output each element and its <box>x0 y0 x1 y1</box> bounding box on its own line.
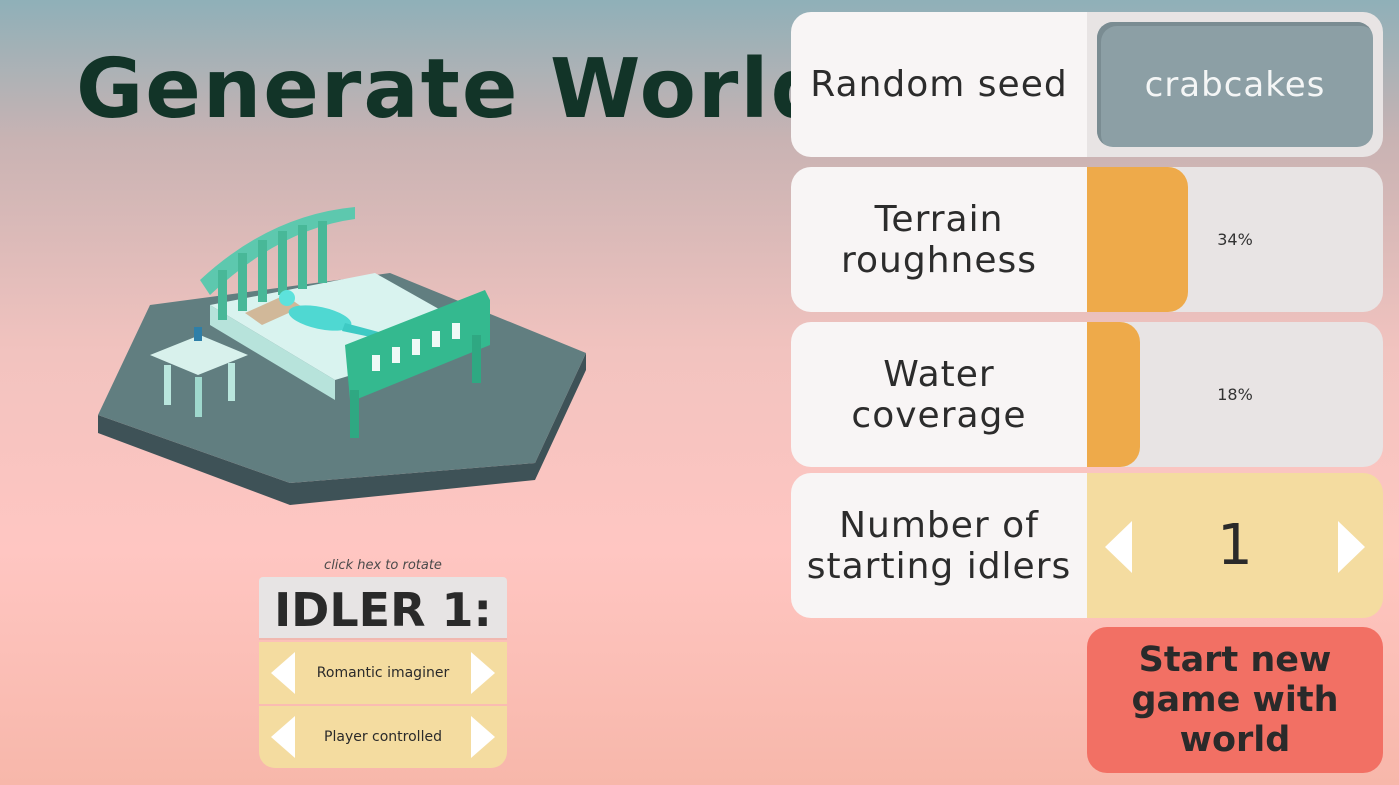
idlers-label: Number of starting idlers <box>791 473 1087 618</box>
headboard-slat <box>258 240 267 302</box>
bed-leg <box>472 335 481 383</box>
cup-icon <box>194 327 202 341</box>
table-leg <box>164 365 171 405</box>
headboard-slat <box>278 231 287 295</box>
control-label: Player controlled <box>324 729 442 745</box>
personality-selector: Romantic imaginer <box>259 642 507 704</box>
footboard-gap <box>372 355 380 371</box>
headboard-slat <box>298 225 307 289</box>
water-slider[interactable]: 18% <box>1087 322 1383 467</box>
table-leg <box>195 377 202 417</box>
seed-row: Random seed crabcakes <box>791 12 1383 157</box>
idlers-row: Number of starting idlers 1 <box>791 473 1383 618</box>
terrain-slider[interactable]: 34% <box>1087 167 1383 312</box>
idlers-stepper: 1 <box>1087 473 1383 618</box>
personality-next-arrow-icon[interactable] <box>471 652 495 694</box>
personality-prev-arrow-icon[interactable] <box>271 652 295 694</box>
water-value: 18% <box>1217 385 1253 404</box>
world-preview-hex[interactable] <box>90 195 600 515</box>
seed-label: Random seed <box>791 12 1087 157</box>
seed-input[interactable]: crabcakes <box>1097 22 1373 147</box>
personality-label: Romantic imaginer <box>316 665 450 681</box>
control-next-arrow-icon[interactable] <box>471 716 495 758</box>
control-prev-arrow-icon[interactable] <box>271 716 295 758</box>
idler-header: IDLER 1: <box>259 577 507 640</box>
bed-leg <box>350 390 359 438</box>
rotate-hint: click hex to rotate <box>324 558 442 573</box>
control-selector: Player controlled <box>259 706 507 768</box>
idlers-increase-arrow-icon[interactable] <box>1338 521 1365 573</box>
footboard-gap <box>412 339 420 355</box>
water-row: Water coverage 18% <box>791 322 1383 467</box>
page-title: Generate World <box>76 42 832 137</box>
terrain-row: Terrain roughness 34% <box>791 167 1383 312</box>
water-label: Water coverage <box>791 322 1087 467</box>
headboard-slat <box>238 253 247 311</box>
start-game-button[interactable]: Start new game with world <box>1087 627 1383 773</box>
seed-control: crabcakes <box>1087 12 1383 157</box>
terrain-value: 34% <box>1217 230 1253 249</box>
idler-head <box>279 290 295 306</box>
footboard-gap <box>392 347 400 363</box>
idler-card: IDLER 1: Romantic imaginer Player contro… <box>259 577 507 768</box>
headboard-slat <box>218 270 227 320</box>
headboard-slat <box>318 221 327 283</box>
footboard-gap <box>432 331 440 347</box>
terrain-label: Terrain roughness <box>791 167 1087 312</box>
footboard-gap <box>452 323 460 339</box>
table-leg <box>228 363 235 401</box>
